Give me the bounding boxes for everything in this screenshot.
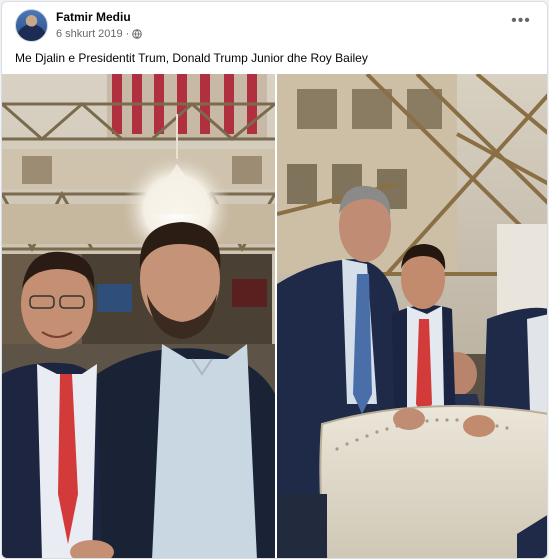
author-name[interactable]: Fatmir Mediu [56, 10, 131, 24]
post-header: Fatmir Mediu 6 shkurt 2019 · ••• [2, 2, 547, 46]
author-avatar[interactable] [15, 9, 48, 42]
post-caption: Me Djalin e Presidentit Trum, Donald Tru… [15, 51, 368, 65]
globe-icon [132, 29, 143, 39]
photo-left[interactable] [2, 74, 275, 558]
more-options-icon[interactable]: ••• [509, 12, 533, 32]
post-card: Fatmir Mediu 6 shkurt 2019 · ••• Me Djal… [1, 1, 548, 559]
photo-right-image [277, 74, 547, 558]
photo-right[interactable] [277, 74, 547, 558]
photo-left-image [2, 74, 275, 558]
post-meta: 6 shkurt 2019 · [56, 28, 143, 40]
photo-grid [2, 74, 547, 558]
meta-separator: · [125, 28, 130, 40]
post-date[interactable]: 6 shkurt 2019 [56, 28, 123, 40]
